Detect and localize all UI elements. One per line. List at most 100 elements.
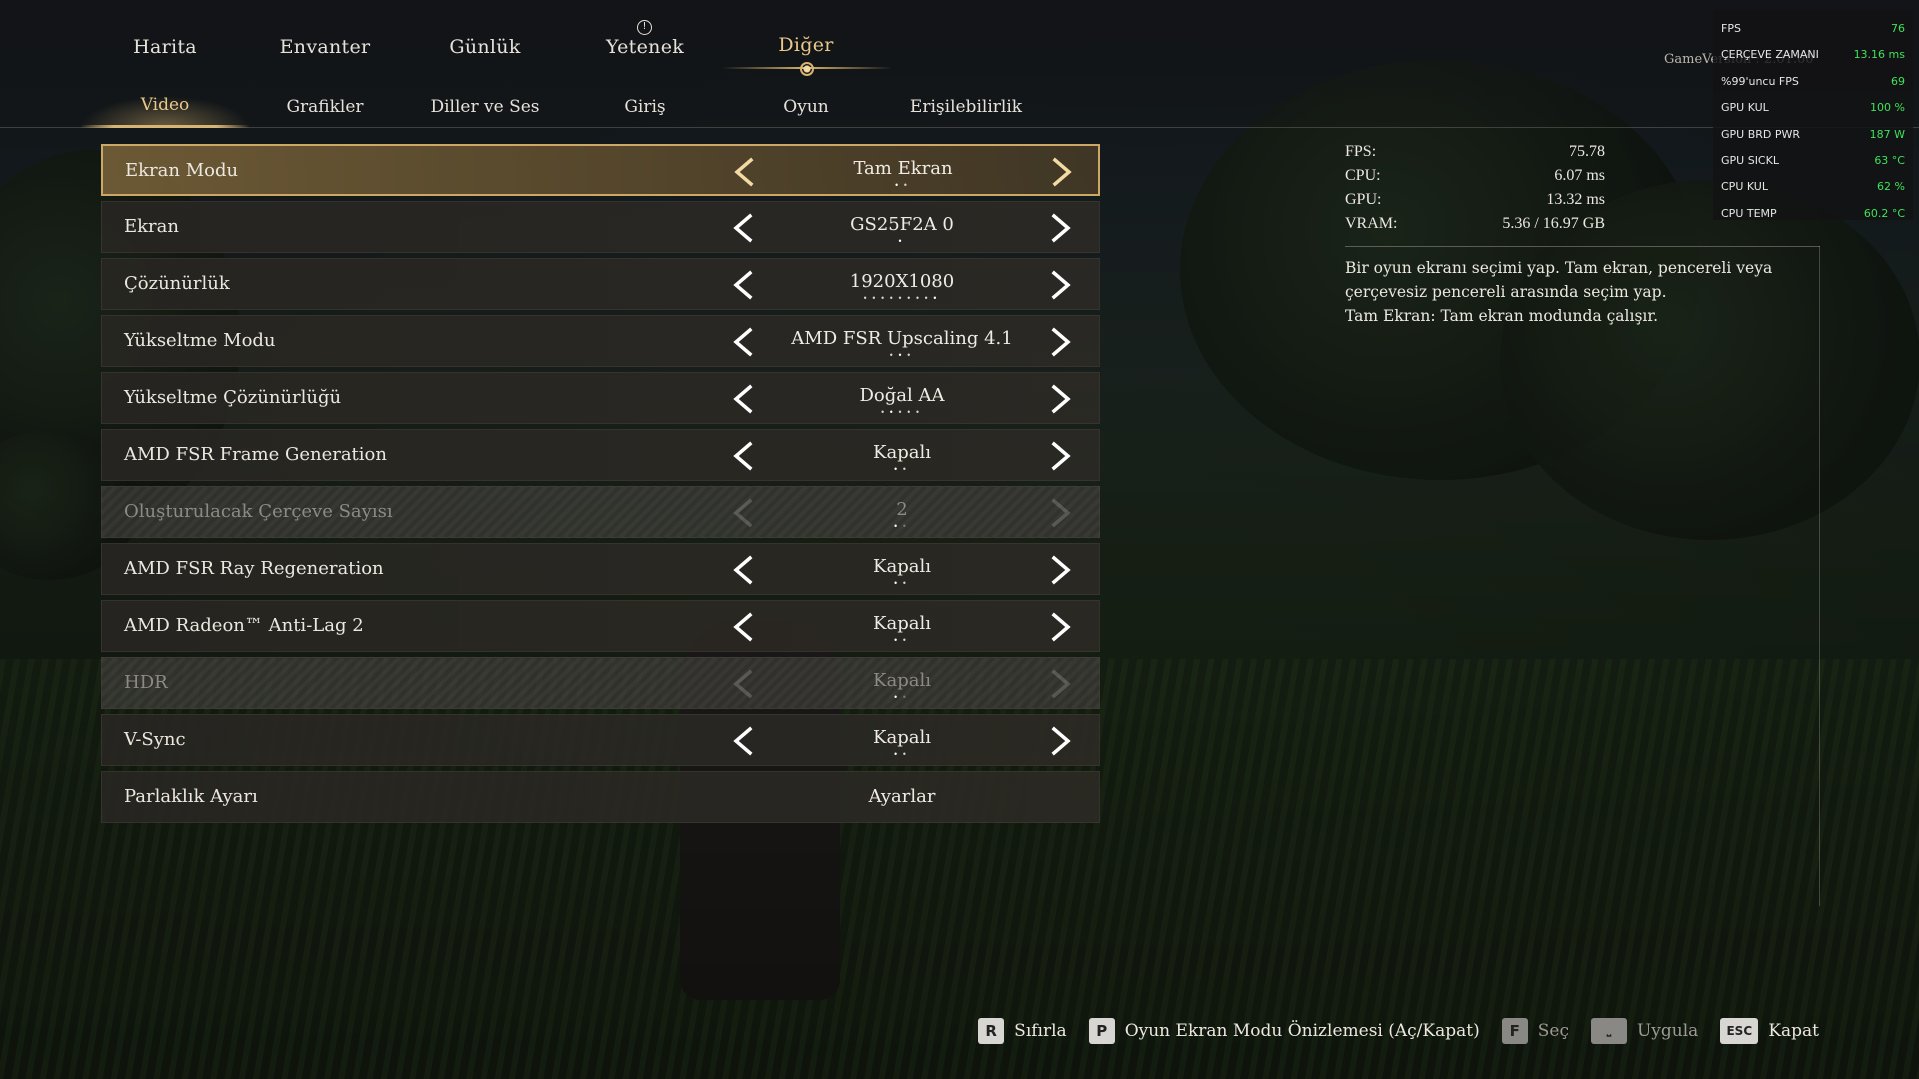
perf-value: 13.16 ms bbox=[1853, 48, 1905, 62]
option-indicator-dots: •• bbox=[893, 522, 911, 531]
tab-gunluk[interactable]: Günlük bbox=[449, 36, 520, 58]
chevron-left-icon[interactable] bbox=[724, 436, 764, 476]
setting-label: Oluşturulacak Çerçeve Sayısı bbox=[124, 501, 393, 522]
description-border bbox=[1819, 246, 1820, 906]
hint-apply: ⎵ Uygula bbox=[1590, 1018, 1699, 1044]
tab-yetenek[interactable]: Yetenek bbox=[606, 36, 684, 58]
option-indicator-dots: ••• bbox=[888, 351, 916, 360]
stat-cpu: CPU: 6.07 ms bbox=[1345, 167, 1605, 191]
perf-row: CPU KUL 62 % bbox=[1721, 174, 1905, 200]
perf-label: CPU KUL bbox=[1721, 180, 1768, 194]
setting-row[interactable]: Yükseltme Modu AMD FSR Upscaling 4.1 ••• bbox=[101, 315, 1100, 367]
key-preview-icon: P bbox=[1088, 1018, 1115, 1044]
chevron-right-icon[interactable] bbox=[1041, 152, 1081, 192]
chevron-right-icon[interactable] bbox=[1040, 436, 1080, 476]
tab-harita[interactable]: Harita bbox=[133, 36, 197, 58]
perf-row: CPU TEMP 60.2 °C bbox=[1721, 201, 1905, 227]
setting-label: AMD FSR Ray Regeneration bbox=[124, 558, 384, 579]
chevron-right-icon[interactable] bbox=[1040, 721, 1080, 761]
key-reset-icon: R bbox=[978, 1018, 1005, 1044]
perf-value: 62 % bbox=[1877, 180, 1905, 194]
stat-gpu-value: 13.32 ms bbox=[1546, 191, 1605, 208]
hint-preview[interactable]: P Oyun Ekran Modu Önizlemesi (Aç/Kapat) bbox=[1088, 1018, 1480, 1044]
option-indicator-dots: •• bbox=[893, 636, 911, 645]
setting-row[interactable]: V-Sync Kapalı •• bbox=[101, 714, 1100, 766]
hint-label: Kapat bbox=[1768, 1021, 1819, 1041]
subtab-giris[interactable]: Giriş bbox=[624, 97, 665, 117]
active-tab-marker-icon bbox=[800, 62, 814, 76]
hint-label: Uygula bbox=[1636, 1021, 1699, 1041]
subtab-oyun[interactable]: Oyun bbox=[783, 97, 828, 117]
subtab-diller-ve-ses[interactable]: Diller ve Ses bbox=[430, 97, 539, 117]
subtab-video[interactable]: Video bbox=[141, 95, 190, 115]
performance-stats: FPS: 75.78 CPU: 6.07 ms GPU: 13.32 ms VR… bbox=[1345, 143, 1605, 239]
chevron-left-icon[interactable] bbox=[724, 550, 764, 590]
hint-close[interactable]: ESC Kapat bbox=[1720, 1018, 1819, 1044]
perf-value: 187 W bbox=[1869, 127, 1905, 141]
perf-row: %99'uncu FPS 69 bbox=[1721, 69, 1905, 95]
setting-value[interactable]: Ayarlar bbox=[782, 772, 1022, 822]
subtab-grafikler[interactable]: Grafikler bbox=[286, 97, 363, 117]
chevron-left-icon bbox=[724, 664, 764, 704]
top-navigation: Harita Envanter Günlük ! Yetenek Diğer V… bbox=[0, 0, 1919, 128]
hint-select: F Seç bbox=[1501, 1018, 1569, 1044]
setting-row[interactable]: AMD Radeon™ Anti-Lag 2 Kapalı •• bbox=[101, 600, 1100, 652]
chevron-right-icon[interactable] bbox=[1040, 607, 1080, 647]
stat-vram-value: 5.36 / 16.97 GB bbox=[1502, 215, 1605, 232]
stat-cpu-value: 6.07 ms bbox=[1554, 167, 1605, 184]
setting-row[interactable]: Çözünürlük 1920X1080 ••••••••• bbox=[101, 258, 1100, 310]
chevron-left-icon[interactable] bbox=[724, 379, 764, 419]
perf-label: FPS bbox=[1721, 22, 1741, 35]
hint-reset[interactable]: R Sıfırla bbox=[978, 1018, 1067, 1044]
tab-envanter[interactable]: Envanter bbox=[280, 36, 371, 58]
setting-label: AMD FSR Frame Generation bbox=[124, 444, 387, 465]
option-indicator-dots: •• bbox=[893, 579, 911, 588]
description-divider bbox=[1345, 246, 1820, 247]
chevron-right-icon[interactable] bbox=[1040, 550, 1080, 590]
chevron-right-icon[interactable] bbox=[1040, 322, 1080, 362]
setting-row[interactable]: Ekran GS25F2A 0 • bbox=[101, 201, 1100, 253]
stat-fps-label: FPS: bbox=[1345, 143, 1377, 160]
option-indicator-dots: ••••••••• bbox=[862, 294, 942, 303]
notification-icon: ! bbox=[637, 20, 652, 35]
setting-label: AMD Radeon™ Anti-Lag 2 bbox=[124, 615, 364, 636]
subtab-erisilebilirlik[interactable]: Erişilebilirlik bbox=[910, 97, 1022, 117]
perf-value: 76 bbox=[1891, 22, 1905, 35]
hint-label: Oyun Ekran Modu Önizlemesi (Aç/Kapat) bbox=[1124, 1021, 1480, 1041]
perf-value: 100 % bbox=[1870, 101, 1905, 115]
hint-label: Seç bbox=[1537, 1021, 1569, 1041]
key-select-icon: F bbox=[1501, 1018, 1528, 1044]
chevron-left-icon[interactable] bbox=[725, 152, 765, 192]
chevron-right-icon[interactable] bbox=[1040, 265, 1080, 305]
control-hints: R Sıfırla P Oyun Ekran Modu Önizlemesi (Aç/… bbox=[956, 1016, 1819, 1046]
chevron-right-icon[interactable] bbox=[1040, 379, 1080, 419]
active-subtab-indicator bbox=[80, 125, 250, 128]
chevron-left-icon[interactable] bbox=[724, 721, 764, 761]
perf-label: %99'uncu FPS bbox=[1721, 74, 1799, 88]
perf-row: GPU SICKL 63 °C bbox=[1721, 148, 1905, 174]
setting-row[interactable]: Yükseltme Çözünürlüğü Doğal AA ••••• bbox=[101, 372, 1100, 424]
setting-row[interactable]: AMD FSR Ray Regeneration Kapalı •• bbox=[101, 543, 1100, 595]
perf-row: GPU KUL 100 % bbox=[1721, 95, 1905, 121]
key-apply-icon: ⎵ bbox=[1590, 1018, 1627, 1044]
chevron-left-icon[interactable] bbox=[724, 607, 764, 647]
perf-label: GPU SICKL bbox=[1721, 153, 1779, 167]
setting-label: Ekran Modu bbox=[125, 160, 239, 181]
perf-row: ÇERÇEVE ZAMANI 13.16 ms bbox=[1721, 42, 1905, 68]
perf-label: GPU KUL bbox=[1721, 101, 1769, 115]
setting-label: Parlaklık Ayarı bbox=[124, 786, 258, 807]
option-indicator-dots: •• bbox=[893, 465, 911, 474]
setting-row[interactable]: Parlaklık Ayarı Ayarlar bbox=[101, 771, 1100, 823]
chevron-left-icon bbox=[724, 493, 764, 533]
chevron-left-icon[interactable] bbox=[724, 322, 764, 362]
setting-row[interactable]: Ekran Modu Tam Ekran •• bbox=[101, 144, 1100, 196]
description-line: çerçevesiz pencereli arasında seçim yap. bbox=[1345, 283, 1667, 301]
option-indicator-dots: •• bbox=[893, 750, 911, 759]
chevron-left-icon[interactable] bbox=[724, 265, 764, 305]
stat-vram-label: VRAM: bbox=[1345, 215, 1398, 232]
tab-diger[interactable]: Diğer bbox=[778, 34, 833, 56]
perf-label: CPU TEMP bbox=[1721, 206, 1777, 220]
setting-row[interactable]: AMD FSR Frame Generation Kapalı •• bbox=[101, 429, 1100, 481]
chevron-right-icon[interactable] bbox=[1040, 208, 1080, 248]
chevron-left-icon[interactable] bbox=[724, 208, 764, 248]
